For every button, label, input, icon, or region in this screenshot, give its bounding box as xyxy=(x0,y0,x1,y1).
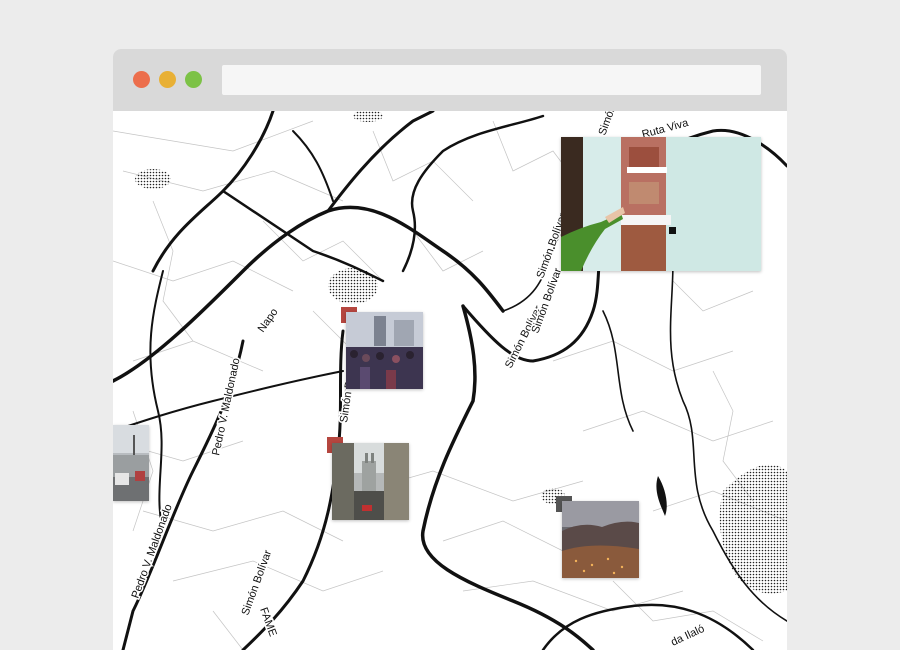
maximize-window-button[interactable] xyxy=(185,71,202,88)
photo-city-dusk-aerial[interactable] xyxy=(562,501,639,578)
crowd-photo-icon xyxy=(346,312,423,389)
city-photo-icon xyxy=(562,501,639,578)
street-label: Napo xyxy=(256,306,281,334)
photo-street-traffic[interactable] xyxy=(113,425,149,501)
browser-titlebar xyxy=(113,49,787,111)
photo-colonial-street-church[interactable] xyxy=(332,443,409,520)
photo-crowd-street[interactable] xyxy=(346,312,423,389)
browser-window: Napo Pedro V. Maldonado Pedro V. Maldona… xyxy=(113,49,787,650)
city-map[interactable]: Napo Pedro V. Maldonado Pedro V. Maldona… xyxy=(113,111,787,650)
touchscreen-photo-icon xyxy=(561,137,761,271)
street-label: Simón xyxy=(597,111,619,137)
close-window-button[interactable] xyxy=(133,71,150,88)
lake xyxy=(656,476,667,516)
street-label: da Ilaló xyxy=(669,623,706,649)
minimize-window-button[interactable] xyxy=(159,71,176,88)
street-label: Pedro V. Maldonado xyxy=(210,357,242,457)
street-label: Pedro V. Maldonado xyxy=(130,503,175,600)
address-bar[interactable] xyxy=(222,65,761,95)
photo-touchscreen-exhibit[interactable] xyxy=(561,137,761,271)
street-photo-icon xyxy=(332,443,409,520)
traffic-photo-icon xyxy=(113,425,149,501)
